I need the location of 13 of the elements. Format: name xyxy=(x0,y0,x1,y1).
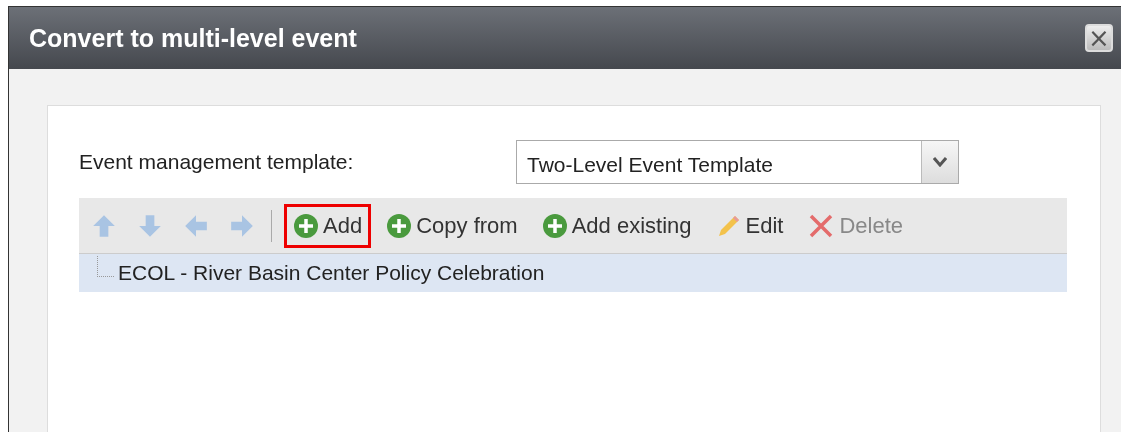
tree-item[interactable]: ECOL - River Basin Center Policy Celebration xyxy=(79,254,1067,292)
field-label: Event management template: xyxy=(79,150,355,174)
chevron-down-icon xyxy=(933,157,947,167)
plus-icon xyxy=(386,212,413,239)
edit-button[interactable]: Edit xyxy=(706,203,793,248)
add-button[interactable]: Copy from xyxy=(377,203,527,248)
add-button[interactable]: Add existing xyxy=(532,203,701,248)
close-button[interactable]: × xyxy=(1085,24,1113,52)
plus-icon xyxy=(293,212,319,239)
add-button[interactable]: Add xyxy=(284,203,372,248)
window-title: Convert to multi-level event xyxy=(29,23,357,53)
template-dropdown[interactable]: Two-Level Event Template xyxy=(516,140,959,184)
plus-icon xyxy=(541,212,568,239)
